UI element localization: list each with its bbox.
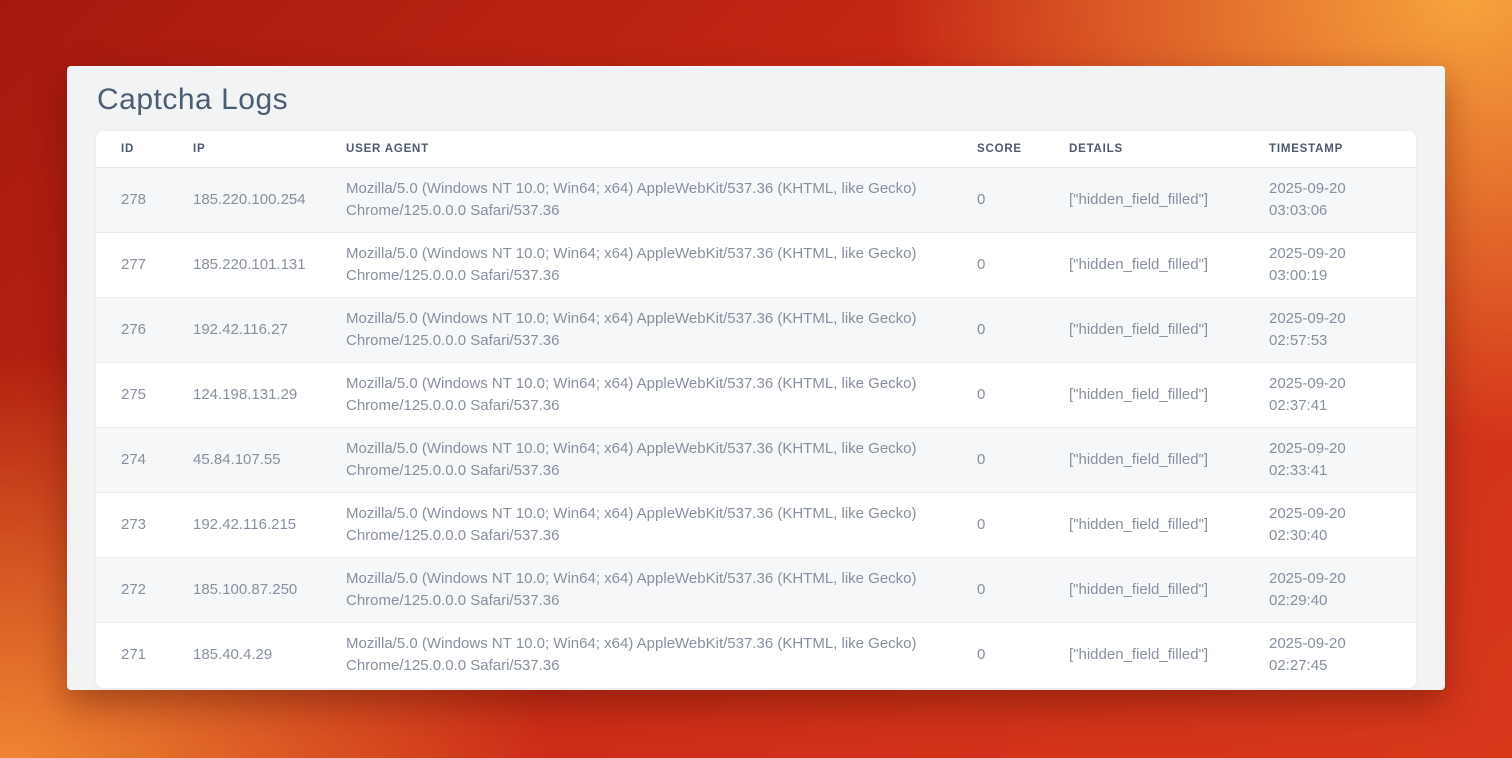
cell-score: 0	[977, 233, 1069, 298]
table-row: 276 192.42.116.27 Mozilla/5.0 (Windows N…	[96, 298, 1416, 363]
cell-ip: 185.40.4.29	[193, 623, 346, 688]
cell-score: 0	[977, 493, 1069, 558]
table-row: 273 192.42.116.215 Mozilla/5.0 (Windows …	[96, 493, 1416, 558]
column-header-details: DETAILS	[1069, 131, 1269, 168]
cell-timestamp: 2025-09-20 02:30:40	[1269, 493, 1416, 558]
cell-user-agent: Mozilla/5.0 (Windows NT 10.0; Win64; x64…	[346, 298, 977, 363]
cell-details: ["hidden_field_filled"]	[1069, 558, 1269, 623]
cell-id: 277	[96, 233, 193, 298]
cell-timestamp: 2025-09-20 02:27:45	[1269, 623, 1416, 688]
cell-details: ["hidden_field_filled"]	[1069, 428, 1269, 493]
cell-user-agent: Mozilla/5.0 (Windows NT 10.0; Win64; x64…	[346, 168, 977, 233]
cell-user-agent: Mozilla/5.0 (Windows NT 10.0; Win64; x64…	[346, 623, 977, 688]
captcha-logs-card: Captcha Logs ID IP USER AGENT SCORE DETA…	[67, 66, 1445, 690]
table-row: 271 185.40.4.29 Mozilla/5.0 (Windows NT …	[96, 623, 1416, 688]
cell-timestamp: 2025-09-20 02:37:41	[1269, 363, 1416, 428]
cell-ip: 192.42.116.27	[193, 298, 346, 363]
cell-id: 274	[96, 428, 193, 493]
cell-timestamp: 2025-09-20 02:29:40	[1269, 558, 1416, 623]
cell-score: 0	[977, 168, 1069, 233]
cell-user-agent: Mozilla/5.0 (Windows NT 10.0; Win64; x64…	[346, 233, 977, 298]
cell-score: 0	[977, 298, 1069, 363]
table-row: 277 185.220.101.131 Mozilla/5.0 (Windows…	[96, 233, 1416, 298]
cell-id: 278	[96, 168, 193, 233]
cell-timestamp: 2025-09-20 03:00:19	[1269, 233, 1416, 298]
cell-ip: 185.220.100.254	[193, 168, 346, 233]
cell-score: 0	[977, 428, 1069, 493]
captcha-logs-table: ID IP USER AGENT SCORE DETAILS TIMESTAMP…	[96, 131, 1416, 688]
cell-details: ["hidden_field_filled"]	[1069, 298, 1269, 363]
cell-id: 273	[96, 493, 193, 558]
cell-details: ["hidden_field_filled"]	[1069, 168, 1269, 233]
cell-ip: 124.198.131.29	[193, 363, 346, 428]
cell-ip: 185.220.101.131	[193, 233, 346, 298]
table-row: 272 185.100.87.250 Mozilla/5.0 (Windows …	[96, 558, 1416, 623]
cell-id: 272	[96, 558, 193, 623]
column-header-id: ID	[96, 131, 193, 168]
column-header-score: SCORE	[977, 131, 1069, 168]
cell-id: 275	[96, 363, 193, 428]
table-row: 274 45.84.107.55 Mozilla/5.0 (Windows NT…	[96, 428, 1416, 493]
cell-user-agent: Mozilla/5.0 (Windows NT 10.0; Win64; x64…	[346, 363, 977, 428]
cell-timestamp: 2025-09-20 03:03:06	[1269, 168, 1416, 233]
page-title: Captcha Logs	[97, 83, 1416, 116]
cell-details: ["hidden_field_filled"]	[1069, 363, 1269, 428]
cell-ip: 192.42.116.215	[193, 493, 346, 558]
cell-score: 0	[977, 623, 1069, 688]
column-header-user-agent: USER AGENT	[346, 131, 977, 168]
cell-user-agent: Mozilla/5.0 (Windows NT 10.0; Win64; x64…	[346, 493, 977, 558]
cell-ip: 185.100.87.250	[193, 558, 346, 623]
cell-id: 276	[96, 298, 193, 363]
cell-score: 0	[977, 363, 1069, 428]
cell-ip: 45.84.107.55	[193, 428, 346, 493]
cell-user-agent: Mozilla/5.0 (Windows NT 10.0; Win64; x64…	[346, 428, 977, 493]
table-row: 275 124.198.131.29 Mozilla/5.0 (Windows …	[96, 363, 1416, 428]
table-row: 278 185.220.100.254 Mozilla/5.0 (Windows…	[96, 168, 1416, 233]
cell-details: ["hidden_field_filled"]	[1069, 233, 1269, 298]
desktop-background: { "page": { "title": "Captcha Logs" }, "…	[0, 0, 1512, 758]
cell-score: 0	[977, 558, 1069, 623]
cell-timestamp: 2025-09-20 02:33:41	[1269, 428, 1416, 493]
column-header-ip: IP	[193, 131, 346, 168]
cell-details: ["hidden_field_filled"]	[1069, 493, 1269, 558]
table-header-row: ID IP USER AGENT SCORE DETAILS TIMESTAMP	[96, 131, 1416, 168]
column-header-timestamp: TIMESTAMP	[1269, 131, 1416, 168]
cell-timestamp: 2025-09-20 02:57:53	[1269, 298, 1416, 363]
logs-table-container: ID IP USER AGENT SCORE DETAILS TIMESTAMP…	[96, 131, 1416, 688]
cell-details: ["hidden_field_filled"]	[1069, 623, 1269, 688]
cell-user-agent: Mozilla/5.0 (Windows NT 10.0; Win64; x64…	[346, 558, 977, 623]
cell-id: 271	[96, 623, 193, 688]
